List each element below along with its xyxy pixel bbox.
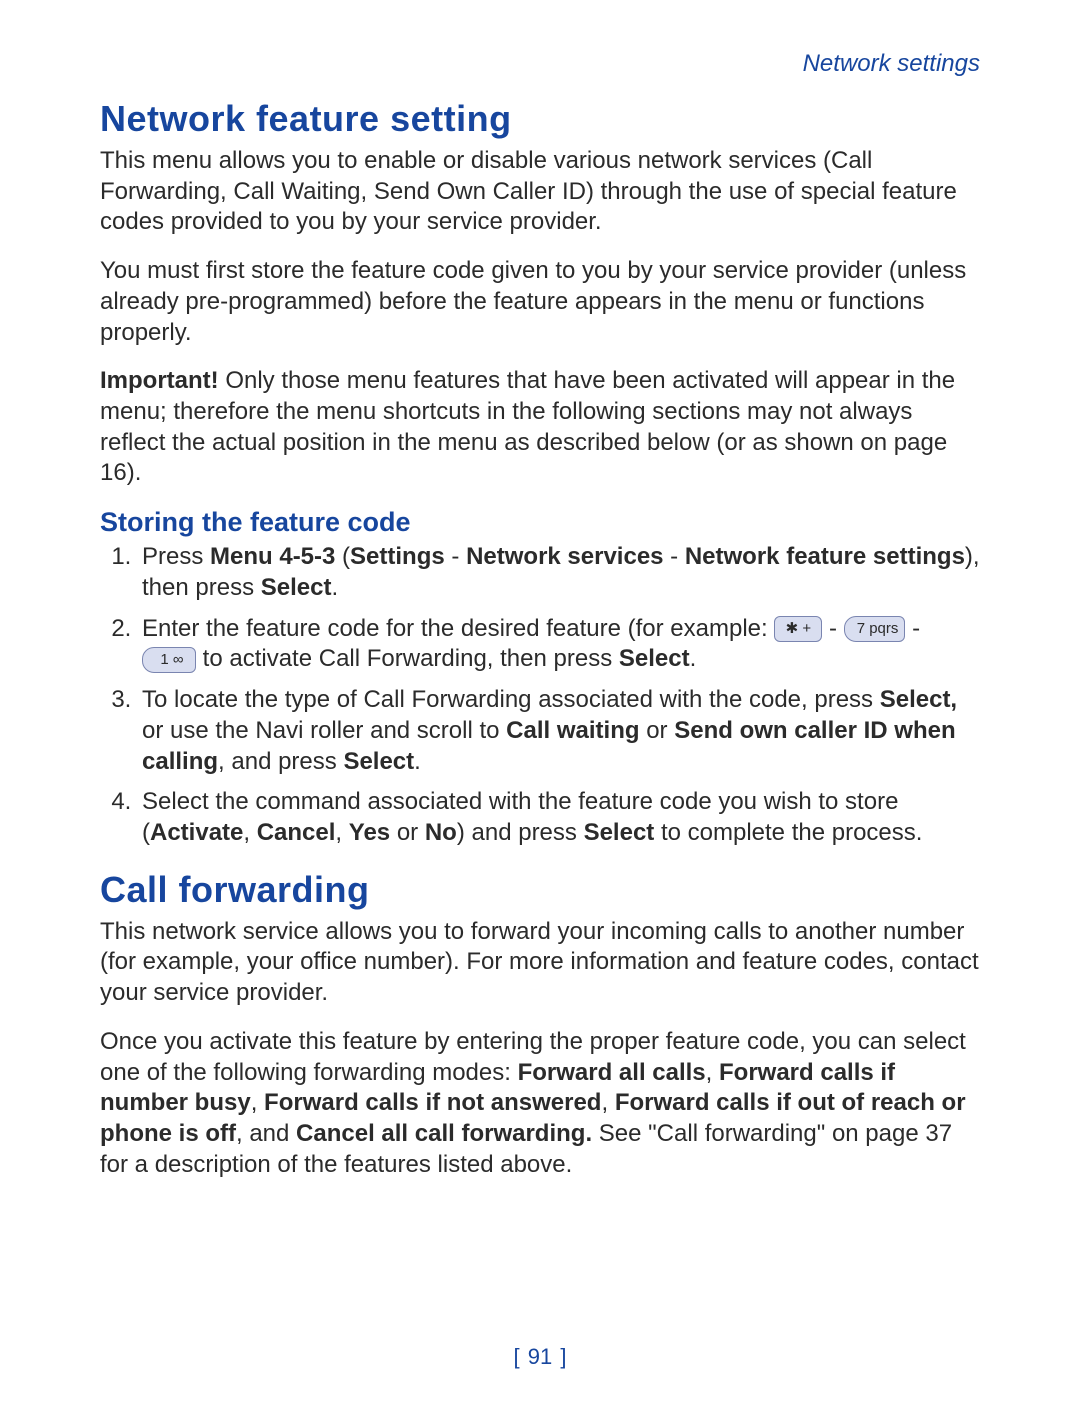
key-one-icon: 1 ∞ xyxy=(142,647,196,673)
text: - xyxy=(445,543,466,570)
steps-list: Press Menu 4-5-3 (Settings - Network ser… xyxy=(100,542,980,848)
text: , xyxy=(251,1089,264,1116)
text: , xyxy=(243,819,256,846)
text: , xyxy=(335,819,348,846)
text-bold: Select xyxy=(343,748,414,775)
bracket-left-icon: [ xyxy=(514,1344,520,1369)
text: Press xyxy=(142,543,210,570)
text-bold: Forward all calls xyxy=(518,1059,706,1086)
text-bold: No xyxy=(425,819,457,846)
text: or xyxy=(390,819,425,846)
text: - xyxy=(912,615,920,642)
text-bold: Network feature settings xyxy=(685,543,965,570)
paragraph: You must first store the feature code gi… xyxy=(100,256,980,348)
text-bold: Select xyxy=(619,645,690,672)
text-bold: Select, xyxy=(880,686,957,713)
paragraph: This network service allows you to forwa… xyxy=(100,917,980,1009)
text-bold: Cancel xyxy=(257,819,336,846)
heading-storing-feature-code: Storing the feature code xyxy=(100,507,980,538)
text-bold: Network services xyxy=(466,543,663,570)
text: - xyxy=(829,615,844,642)
key-seven-icon: 7 pqrs xyxy=(844,616,906,642)
list-item: To locate the type of Call Forwarding as… xyxy=(138,685,980,777)
heading-call-forwarding: Call forwarding xyxy=(100,869,980,911)
text: to complete the process. xyxy=(654,819,922,846)
text: or xyxy=(640,717,675,744)
text: - xyxy=(664,543,685,570)
text-bold: Settings xyxy=(350,543,445,570)
page-number-value: 91 xyxy=(528,1344,552,1369)
text-bold: Cancel all call forwarding. xyxy=(296,1120,592,1147)
text: , and xyxy=(236,1120,296,1147)
important-label: Important! xyxy=(100,367,219,394)
text: , xyxy=(601,1089,614,1116)
text: Only those menu features that have been … xyxy=(100,367,955,486)
text: to activate Call Forwarding, then press xyxy=(203,645,619,672)
list-item: Select the command associated with the f… xyxy=(138,787,980,848)
paragraph: This menu allows you to enable or disabl… xyxy=(100,146,980,238)
page-number: [ 91 ] xyxy=(0,1344,1080,1370)
key-star-icon: ✱ + xyxy=(774,616,822,642)
bracket-right-icon: ] xyxy=(560,1344,566,1369)
text-bold: Activate xyxy=(150,819,243,846)
text: To locate the type of Call Forwarding as… xyxy=(142,686,880,713)
text: . xyxy=(690,645,697,672)
text: Enter the feature code for the desired f… xyxy=(142,615,774,642)
text-bold: Call waiting xyxy=(506,717,639,744)
manual-page: Network settings Network feature setting… xyxy=(0,0,1080,1412)
text: ) and press xyxy=(457,819,584,846)
text-bold: Forward calls if not answered xyxy=(264,1089,601,1116)
running-head: Network settings xyxy=(100,50,980,78)
text-bold: Yes xyxy=(349,819,390,846)
list-item: Enter the feature code for the desired f… xyxy=(138,614,980,675)
text: . xyxy=(414,748,421,775)
text: , xyxy=(706,1059,719,1086)
text: , and press xyxy=(218,748,343,775)
text: . xyxy=(331,574,338,601)
text-bold: Select xyxy=(584,819,655,846)
text: or use the Navi roller and scroll to xyxy=(142,717,506,744)
heading-network-feature-setting: Network feature setting xyxy=(100,98,980,140)
paragraph: Once you activate this feature by enteri… xyxy=(100,1027,980,1181)
list-item: Press Menu 4-5-3 (Settings - Network ser… xyxy=(138,542,980,603)
text-bold: Select xyxy=(261,574,332,601)
paragraph-important: Important! Only those menu features that… xyxy=(100,366,980,489)
text-bold: Menu 4-5-3 xyxy=(210,543,335,570)
text: ( xyxy=(335,543,350,570)
